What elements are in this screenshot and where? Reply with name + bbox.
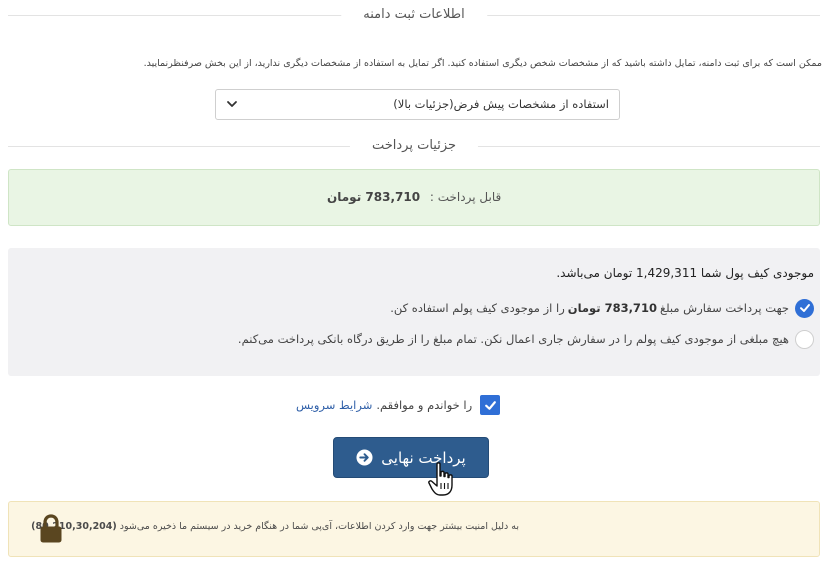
registration-notice: ممکن است که برای ثبت دامنه، تمایل داشته …: [143, 58, 822, 69]
security-text: به دلیل امنیت بیشتر جهت وارد کردن اطلاعا…: [119, 521, 519, 532]
contact-select-value: استفاده از مشخصات پیش فرض(جزئیات بالا): [393, 97, 609, 111]
lock-icon: [40, 514, 62, 543]
payable-amount: 783,710 تومان: [327, 190, 421, 204]
terms-checkbox[interactable]: [480, 395, 501, 415]
wallet-balance-text: موجودی کیف پول شما 1,429,311 تومان می‌با…: [556, 266, 814, 280]
wallet-option-use-balance[interactable]: جهت پرداخت سفارش مبلغ 783,710 تومان را ا…: [390, 298, 814, 318]
security-notice: به دلیل امنیت بیشتر جهت وارد کردن اطلاعا…: [8, 501, 820, 557]
terms-text: را خواندم و موافقم.: [376, 398, 473, 412]
option1-pre: جهت پرداخت سفارش مبلغ: [659, 301, 789, 315]
option2-text: هیچ مبلغی از موجودی کیف پولم را در سفارش…: [237, 332, 789, 346]
arrow-circle-right-icon: [356, 449, 373, 466]
domain-registration-header: اطلاعات ثبت دامنه: [8, 5, 820, 25]
terms-row: را خواندم و موافقم. شرایط سرویس: [296, 395, 501, 415]
terms-link[interactable]: شرایط سرویس: [296, 398, 372, 412]
radio-checked-icon[interactable]: [795, 298, 814, 318]
check-icon: [484, 400, 496, 410]
final-pay-button[interactable]: پرداخت نهایی: [333, 437, 489, 478]
payable-row: قابل پرداخت : 783,710 تومان: [327, 190, 501, 204]
payment-details-header: جزئیات پرداخت: [8, 136, 820, 156]
payable-label: قابل پرداخت :: [429, 190, 502, 204]
option1-amount: 783,710 تومان: [567, 301, 657, 315]
payable-amount-box: قابل پرداخت : 783,710 تومان: [8, 169, 820, 226]
wallet-option-no-balance[interactable]: هیچ مبلغی از موجودی کیف پولم را در سفارش…: [238, 329, 814, 349]
check-icon: [799, 304, 810, 312]
hand-cursor-icon: [428, 462, 453, 496]
option1-post: را از موجودی کیف پولم استفاده کن.: [390, 301, 565, 315]
chevron-down-icon: [227, 101, 237, 107]
payment-details-title: جزئیات پرداخت: [349, 136, 479, 156]
radio-unchecked-icon[interactable]: [795, 329, 814, 349]
contact-select[interactable]: استفاده از مشخصات پیش فرض(جزئیات بالا): [215, 89, 620, 120]
domain-registration-title: اطلاعات ثبت دامنه: [341, 5, 487, 25]
security-text-row: به دلیل امنیت بیشتر جهت وارد کردن اطلاعا…: [31, 521, 519, 532]
